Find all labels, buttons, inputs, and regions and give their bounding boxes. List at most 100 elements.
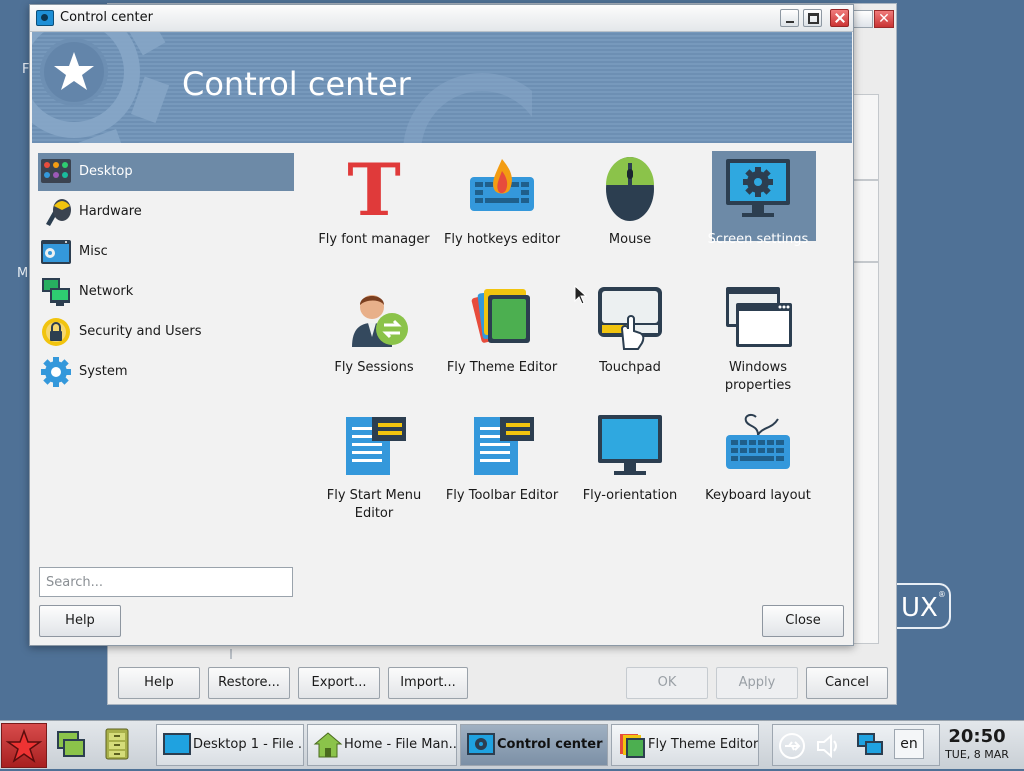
sidebar-item-label: Hardware (79, 204, 142, 219)
tile-label: Touchpad (599, 360, 661, 375)
applet-grid: T Fly font manager Fly hotkeys editor Mo… (298, 145, 853, 600)
file-cabinet-button[interactable] (100, 727, 134, 761)
sidebar-item-label: System (79, 364, 128, 379)
background-help-button[interactable]: Help (118, 667, 200, 699)
search-input[interactable] (39, 567, 293, 597)
sidebar-item-label: Network (79, 284, 134, 299)
mouse-cursor-icon (574, 285, 588, 305)
mouse-icon (606, 157, 654, 221)
banner-title: Control center (182, 65, 411, 103)
taskbar-item-fly-theme-editor[interactable]: Fly Theme Editor (611, 724, 759, 766)
desktop-icon-label-fragment: M (17, 266, 29, 281)
close-button[interactable]: Close (762, 605, 844, 637)
taskbar: Desktop 1 - File ... Home - File Man... … (0, 720, 1024, 769)
sidebar-item-desktop[interactable]: Desktop (38, 153, 294, 191)
tile-label: Fly font manager (318, 232, 430, 247)
show-desktop-button[interactable] (54, 727, 88, 761)
window-title: Control center (60, 10, 153, 25)
tile-label: Fly hotkeys editor (443, 232, 561, 247)
control-center-window: Control center Control center Desktop Ha… (29, 4, 854, 646)
background-close-button[interactable]: ✕ (874, 10, 894, 28)
divider (230, 649, 232, 659)
keyboard-language-indicator[interactable]: en (894, 729, 924, 759)
ok-button[interactable]: OK (626, 667, 708, 699)
control-center-app-icon (36, 10, 54, 26)
background-panel (853, 262, 879, 644)
taskbar-item-control-center[interactable]: Control center (460, 724, 608, 766)
tile-label: Fly Sessions (334, 360, 414, 375)
tile-label: Fly-orientation (582, 488, 678, 503)
minimize-button[interactable] (780, 9, 799, 27)
import-button[interactable]: Import... (388, 667, 468, 699)
desktop-folder-icon (163, 733, 191, 755)
taskbar-item-desktop-file-manager[interactable]: Desktop 1 - File ... (156, 724, 304, 766)
tile-windows-properties[interactable]: Windows properties (694, 283, 822, 395)
close-window-button[interactable] (830, 9, 849, 27)
sidebar-item-label: Misc (79, 244, 108, 259)
sidebar-item-label: Security and Users (79, 324, 202, 339)
control-center-icon (467, 733, 495, 755)
system-gear-icon (41, 357, 71, 387)
windows-stack-icon (57, 731, 85, 757)
help-button[interactable]: Help (39, 605, 121, 637)
volume-icon[interactable] (815, 733, 843, 759)
theme-editor-icon (620, 734, 645, 758)
tile-fly-font-manager[interactable]: T Fly font manager (310, 147, 438, 249)
tile-label: Fly Start Menu Editor (326, 488, 422, 521)
restore-button[interactable]: Restore... (208, 667, 290, 699)
tile-fly-start-menu-editor[interactable]: Fly Start Menu Editor (310, 411, 438, 523)
monitor-icon (598, 415, 662, 475)
sessions-icon (352, 295, 408, 347)
tile-fly-sessions[interactable]: Fly Sessions (310, 283, 438, 377)
file-cabinet-icon (105, 728, 129, 760)
keyboard-icon (726, 413, 790, 469)
sidebar-item-network[interactable]: Network (38, 273, 294, 311)
background-panel (853, 94, 879, 180)
sidebar-item-security[interactable]: Security and Users (38, 313, 294, 351)
title-bar[interactable]: Control center (30, 5, 853, 32)
usb-icon[interactable] (779, 733, 805, 759)
svg-text:T: T (347, 155, 401, 223)
tile-label: Screen settings (707, 232, 809, 247)
background-maximize-button[interactable] (853, 10, 873, 28)
tile-label: Keyboard layout (705, 488, 811, 503)
tile-fly-theme-editor[interactable]: Fly Theme Editor (438, 283, 566, 377)
header-banner: Control center (32, 32, 852, 143)
network-status-icon[interactable] (855, 731, 885, 759)
touchpad-icon (598, 287, 662, 350)
hotkeys-keyboard-icon (470, 159, 534, 211)
clock[interactable]: 20:50 TUE, 8 MAR (940, 724, 1014, 766)
cancel-button[interactable]: Cancel (806, 667, 888, 699)
screen-settings-icon (726, 159, 790, 217)
brand-logo: UX® (897, 583, 951, 629)
tile-label: Mouse (608, 232, 652, 247)
toolbar-editor-icon (474, 417, 534, 475)
tile-keyboard-layout[interactable]: Keyboard layout (694, 411, 822, 505)
background-panel (853, 180, 879, 262)
start-menu-button[interactable] (1, 723, 47, 768)
tile-mouse[interactable]: Mouse (566, 155, 694, 249)
sidebar-item-system[interactable]: System (38, 353, 294, 391)
font-icon: T (347, 147, 401, 232)
maximize-button[interactable] (803, 9, 822, 27)
hardware-icon (46, 199, 71, 226)
taskbar-item-home-file-manager[interactable]: Home - File Man... (307, 724, 457, 766)
clock-time: 20:50 (948, 726, 1006, 747)
tile-fly-toolbar-editor[interactable]: Fly Toolbar Editor (438, 411, 566, 505)
theme-editor-icon (471, 288, 530, 343)
windows-properties-icon (726, 287, 792, 347)
tile-fly-hotkeys-editor[interactable]: Fly hotkeys editor (438, 155, 566, 249)
star-icon (5, 728, 43, 763)
export-button[interactable]: Export... (298, 667, 380, 699)
sidebar-item-hardware[interactable]: Hardware (38, 193, 294, 231)
tile-screen-settings[interactable]: Screen settings (694, 151, 822, 249)
clock-date: TUE, 8 MAR (945, 748, 1009, 761)
tile-label: Fly Toolbar Editor (445, 488, 559, 503)
apply-button[interactable]: Apply (716, 667, 798, 699)
sidebar-item-misc[interactable]: Misc (38, 233, 294, 271)
sidebar-item-label: Desktop (79, 164, 133, 179)
tile-label: Windows properties (724, 360, 792, 393)
tile-fly-orientation[interactable]: Fly-orientation (566, 411, 694, 505)
home-icon (313, 732, 343, 758)
desktop-icon (41, 159, 71, 183)
